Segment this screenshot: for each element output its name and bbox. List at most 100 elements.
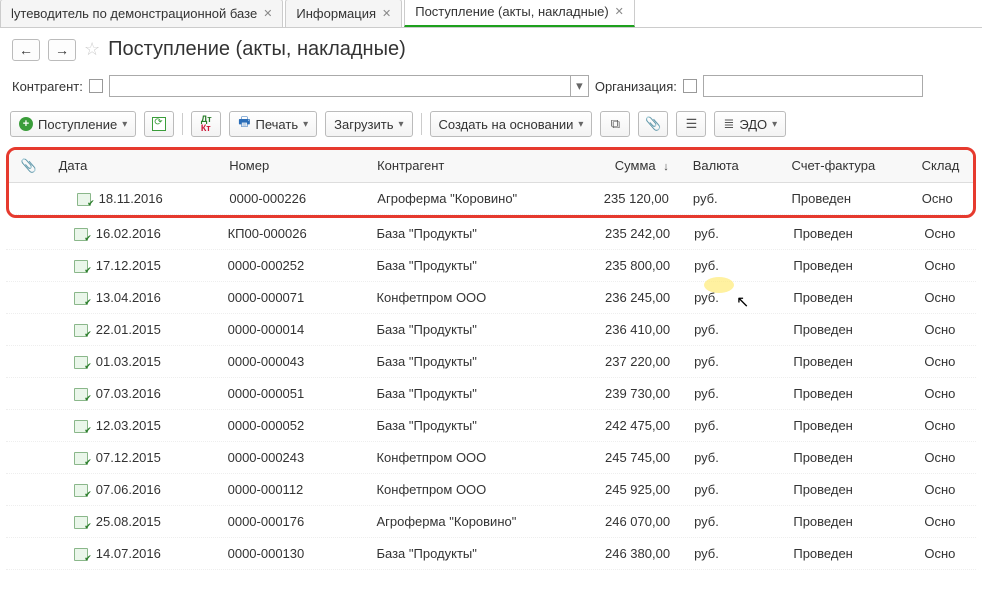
tab-guide[interactable]: lутеводитель по демонстрационной базе ✕ xyxy=(0,0,283,27)
cell-date: 07.12.2015 xyxy=(96,450,161,465)
column-sum[interactable]: Сумма ↓ xyxy=(556,150,684,182)
table-row[interactable]: 07.06.20160000-000112Конфетпром ООО245 9… xyxy=(6,474,976,506)
cell-currency: руб. xyxy=(686,378,785,409)
table-row[interactable]: 17.12.20150000-000252База "Продукты"235 … xyxy=(6,250,976,282)
table-row[interactable]: 13.04.20160000-000071Конфетпром ООО236 2… xyxy=(6,282,976,314)
column-date[interactable]: Дата xyxy=(49,150,222,182)
cell-currency: руб. xyxy=(685,183,784,214)
refresh-doc-icon xyxy=(152,117,166,131)
tab-info[interactable]: Информация ✕ xyxy=(285,0,402,27)
cell-number: КП00-000026 xyxy=(220,218,369,249)
close-icon[interactable]: ✕ xyxy=(263,7,272,20)
cell-sum: 245 925,00 xyxy=(557,474,686,505)
document-icon xyxy=(74,259,90,273)
receipt-button[interactable]: + Поступление ▾ xyxy=(10,111,136,137)
cell-invoice: Проведен xyxy=(784,183,914,214)
dropdown-icon[interactable]: ▾ xyxy=(570,76,588,96)
cell-currency: руб. xyxy=(686,314,785,345)
cell-currency: руб. xyxy=(686,250,785,281)
column-agent[interactable]: Контрагент xyxy=(369,150,556,182)
cell-agent: База "Продукты" xyxy=(368,346,557,377)
cell-sum: 245 745,00 xyxy=(557,442,686,473)
cell-warehouse: Осно xyxy=(914,183,973,214)
table-row[interactable]: 07.12.20150000-000243Конфетпром ООО245 7… xyxy=(6,442,976,474)
close-icon[interactable]: ✕ xyxy=(382,7,391,20)
table-row[interactable]: 22.01.20150000-000014База "Продукты"236 … xyxy=(6,314,976,346)
cell-date: 16.02.2016 xyxy=(96,226,161,241)
cell-sum: 236 410,00 xyxy=(557,314,686,345)
cell-agent: Агроферма "Коровино" xyxy=(368,506,557,537)
cell-invoice: Проведен xyxy=(785,410,916,441)
table-row[interactable]: 01.03.20150000-000043База "Продукты"237 … xyxy=(6,346,976,378)
document-icon xyxy=(74,323,90,337)
cell-invoice: Проведен xyxy=(785,314,916,345)
forward-button[interactable]: → xyxy=(48,39,76,61)
table-header-highlight: 📎 Дата Номер Контрагент Сумма ↓ Валюта С… xyxy=(6,147,976,218)
document-icon xyxy=(74,291,90,305)
table-row[interactable]: 07.03.20160000-000051База "Продукты"239 … xyxy=(6,378,976,410)
cell-number: 0000-000130 xyxy=(220,538,369,569)
cell-warehouse: Осно xyxy=(916,538,976,569)
star-icon[interactable]: ☆ xyxy=(84,39,100,60)
cell-agent: База "Продукты" xyxy=(368,314,557,345)
plus-icon: + xyxy=(19,117,33,131)
column-warehouse[interactable]: Склад xyxy=(914,150,973,182)
cell-warehouse: Осно xyxy=(916,378,976,409)
document-icon xyxy=(74,547,90,561)
column-sum-label: Сумма xyxy=(615,158,656,173)
table-row[interactable]: 14.07.20160000-000130База "Продукты"246 … xyxy=(6,538,976,570)
cell-agent: Конфетпром ООО xyxy=(368,442,557,473)
cell-number: 0000-000112 xyxy=(220,474,369,505)
toolbar: + Поступление ▾ ДтКт 🖶 Печать ▾ Загрузит… xyxy=(0,107,982,147)
table-row[interactable]: 18.11.2016 0000-000226 Агроферма "Корови… xyxy=(9,183,973,215)
button-label: Печать xyxy=(256,117,299,132)
cell-date: 07.03.2016 xyxy=(96,386,161,401)
cell-warehouse: Осно xyxy=(916,250,976,281)
close-icon[interactable]: ✕ xyxy=(615,5,624,18)
column-invoice[interactable]: Счет-фактура xyxy=(783,150,913,182)
cell-invoice: Проведен xyxy=(785,250,916,281)
column-number[interactable]: Номер xyxy=(221,150,369,182)
counterparty-checkbox[interactable] xyxy=(89,79,103,93)
cell-sum: 239 730,00 xyxy=(557,378,686,409)
cell-sum: 236 245,00 xyxy=(557,282,686,313)
column-attach[interactable]: 📎 xyxy=(9,150,49,182)
table-row[interactable]: 25.08.20150000-000176Агроферма "Коровино… xyxy=(6,506,976,538)
cell-currency: руб. xyxy=(686,410,785,441)
edo-button[interactable]: ≣ ЭДО ▾ xyxy=(714,111,786,137)
attach-button[interactable]: 📎 xyxy=(638,111,668,137)
cell-number: 0000-000071 xyxy=(220,282,369,313)
organization-checkbox[interactable] xyxy=(683,79,697,93)
tab-label: Информация xyxy=(296,6,376,21)
table-row[interactable]: 12.03.20150000-000052База "Продукты"242 … xyxy=(6,410,976,442)
cell-currency: руб. xyxy=(686,346,785,377)
structure-button[interactable]: ⧉ xyxy=(600,111,630,137)
load-button[interactable]: Загрузить ▾ xyxy=(325,111,412,137)
column-currency[interactable]: Валюта xyxy=(685,150,784,182)
list-button[interactable]: ☰ xyxy=(676,111,706,137)
back-button[interactable]: ← xyxy=(12,39,40,61)
dtkt-button[interactable]: ДтКт xyxy=(191,111,221,137)
cell-agent: Агроферма "Коровино" xyxy=(369,183,556,214)
sort-down-icon: ↓ xyxy=(663,161,669,173)
counterparty-input[interactable]: ▾ xyxy=(109,75,589,97)
table-row[interactable]: 16.02.2016КП00-000026База "Продукты"235 … xyxy=(6,218,976,250)
create-based-button[interactable]: Создать на основании ▾ xyxy=(430,111,593,137)
title-row: ← → ☆ Поступление (акты, накладные) xyxy=(0,28,982,71)
edo-icon: ≣ xyxy=(723,116,734,132)
cell-currency: руб. xyxy=(686,442,785,473)
clip-icon: 📎 xyxy=(645,116,661,132)
cell-currency: руб. xyxy=(686,538,785,569)
organization-input[interactable] xyxy=(703,75,923,97)
print-button[interactable]: 🖶 Печать ▾ xyxy=(229,111,317,137)
caret-icon: ▾ xyxy=(399,119,404,130)
cell-agent: База "Продукты" xyxy=(368,410,557,441)
tab-receipt[interactable]: Поступление (акты, накладные) ✕ xyxy=(404,0,635,27)
page-title: Поступление (акты, накладные) xyxy=(108,38,406,61)
cell-agent: Конфетпром ООО xyxy=(368,474,557,505)
button-label: Поступление xyxy=(38,117,117,132)
button-label: ЭДО xyxy=(739,117,767,132)
cell-warehouse: Осно xyxy=(916,474,976,505)
refresh-doc-button[interactable] xyxy=(144,111,174,137)
cell-sum: 235 800,00 xyxy=(557,250,686,281)
